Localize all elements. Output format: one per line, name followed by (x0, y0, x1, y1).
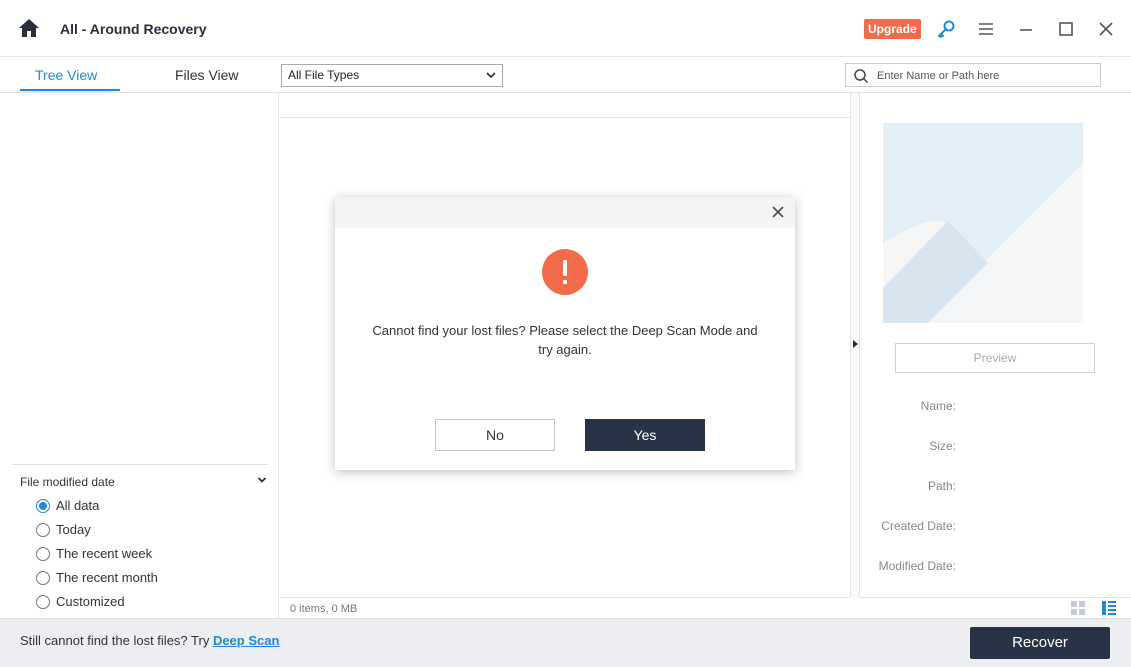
created-date-label: Created Date: (881, 519, 956, 533)
deep-scan-dialog: Cannot find your lost files? Please sele… (335, 197, 795, 470)
radio-button[interactable] (36, 499, 50, 513)
recover-button[interactable]: Recover (970, 627, 1110, 659)
radio-button[interactable] (36, 571, 50, 585)
key-icon[interactable] (936, 19, 956, 39)
divider (12, 464, 268, 465)
filter-option-label: All data (56, 498, 100, 513)
close-icon[interactable] (771, 205, 785, 219)
chevron-right-icon[interactable] (853, 339, 859, 349)
close-icon[interactable] (1096, 19, 1116, 39)
active-tab-indicator (20, 89, 120, 91)
deep-scan-hint: Still cannot find the lost files? Try De… (20, 633, 279, 648)
search-icon (854, 69, 869, 84)
search-box[interactable] (845, 63, 1101, 87)
minimize-icon[interactable] (1016, 19, 1036, 39)
maximize-icon[interactable] (1056, 19, 1076, 39)
no-button[interactable]: No (435, 419, 555, 451)
grid-view-icon[interactable] (1070, 600, 1086, 616)
list-header-divider (280, 117, 850, 118)
status-bar (280, 597, 1131, 618)
app-title: All - Around Recovery (60, 21, 207, 37)
items-count: 0 items, 0 MB (290, 603, 358, 615)
preview-button[interactable]: Preview (895, 343, 1095, 373)
file-type-selected: All File Types (288, 68, 360, 82)
dialog-header (335, 197, 795, 228)
tab-files-view[interactable]: Files View (175, 67, 239, 83)
menu-icon[interactable] (976, 19, 996, 39)
modified-date-label: Modified Date: (878, 559, 956, 573)
view-tabs: Tree View Files View (0, 57, 280, 93)
home-icon[interactable] (18, 18, 40, 38)
upgrade-button[interactable]: Upgrade (864, 19, 921, 39)
yes-button[interactable]: Yes (585, 419, 705, 451)
preview-placeholder-image (883, 123, 1083, 323)
tab-tree-view[interactable]: Tree View (35, 67, 97, 83)
path-label: Path: (927, 479, 956, 493)
tree-panel (0, 93, 279, 618)
filter-option-label: Customized (56, 594, 125, 609)
deep-scan-link[interactable]: Deep Scan (213, 633, 279, 648)
file-type-dropdown[interactable]: All File Types (281, 64, 503, 87)
dialog-message: Cannot find your lost files? Please sele… (372, 323, 758, 357)
warning-icon (542, 249, 588, 295)
title-bar: All - Around Recovery Upgrade (0, 0, 1131, 57)
hint-text: Still cannot find the lost files? Try (20, 633, 213, 648)
list-view-icon[interactable] (1101, 600, 1117, 616)
search-input[interactable] (877, 67, 1092, 84)
chevron-down-icon (486, 72, 496, 79)
radio-button[interactable] (36, 595, 50, 609)
